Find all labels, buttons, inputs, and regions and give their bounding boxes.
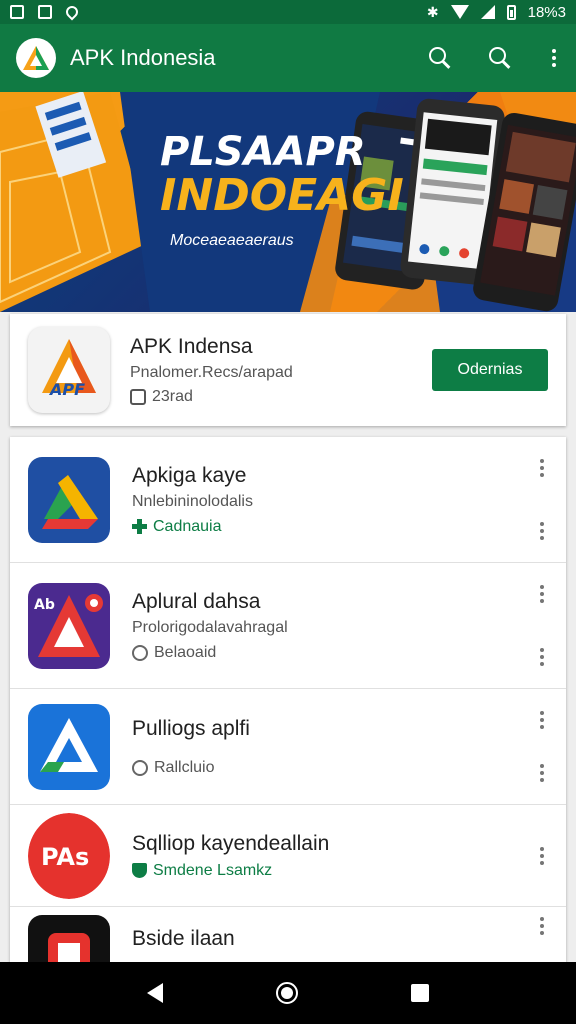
clock-icon <box>132 759 148 776</box>
app-list: Apkiga kaye Nnlebininolodalis Cadnauia A… <box>10 437 566 977</box>
downloads-icon <box>130 388 146 405</box>
app-name: Apkiga kaye <box>132 463 247 487</box>
featured-app-icon-text: APF <box>48 380 85 399</box>
featured-app-icon: APF <box>28 327 110 413</box>
item-menu-icon[interactable] <box>540 522 544 540</box>
app-icon <box>28 703 110 790</box>
app-developer: Prolorigodalavahragal <box>132 618 288 636</box>
bluetooth-icon: ✱ <box>426 3 439 20</box>
app-name: Pulliogs aplfi <box>132 716 250 740</box>
list-item[interactable]: Ab Aplural dahsa Prolorigodalavahragal B… <box>10 563 566 689</box>
app-meta: Belaoaid <box>154 643 217 661</box>
gallery-notification-icon <box>10 5 24 19</box>
app-bar: APK Indonesia <box>0 24 576 92</box>
banner-tagline: Moceaeaeaeraus <box>170 232 294 249</box>
app-name: Bside ilaan <box>132 927 235 950</box>
app-name: Sqlliop kayendeallain <box>132 831 330 855</box>
battery-icon <box>506 4 516 20</box>
banner-title-line1: PLSAAPR <box>160 129 366 175</box>
item-menu-icon[interactable] <box>540 917 544 935</box>
item-menu-icon[interactable] <box>540 459 544 477</box>
overflow-menu-icon[interactable] <box>548 49 560 67</box>
banner-title: PLSAAPR INDOEAGI <box>160 132 404 218</box>
install-button[interactable]: Odernias <box>432 349 548 391</box>
signal-icon <box>480 5 495 19</box>
featured-app-name: APK Indensa <box>130 334 253 358</box>
list-item[interactable]: Apkiga kaye Nnlebininolodalis Cadnauia <box>10 437 566 563</box>
promo-banner[interactable]: PLSAAPR INDOEAGI Moceaeaeaeraus <box>0 92 576 312</box>
app-meta: Rallcluio <box>154 758 215 776</box>
search-icon[interactable] <box>428 46 452 70</box>
clock-icon <box>132 644 148 661</box>
wifi-icon <box>450 5 469 19</box>
featured-app-card[interactable]: APF APK Indensa Pnalomer.Recs/arapad 23r… <box>10 314 566 426</box>
status-time: 18%3 <box>527 3 566 21</box>
search-icon-secondary[interactable] <box>488 46 512 70</box>
banner-title-line2: INDOEAGI <box>160 170 404 221</box>
app-logo-icon <box>16 38 56 78</box>
location-notification-icon <box>63 3 81 21</box>
list-item[interactable]: Pulliogs aplfi Rallcluio <box>10 689 566 805</box>
home-icon[interactable] <box>275 982 298 1004</box>
item-menu-icon[interactable] <box>540 585 544 603</box>
app-icon-text: Ab <box>34 597 55 613</box>
plus-icon <box>132 519 147 534</box>
app-developer: Nnlebininolodalis <box>132 492 253 510</box>
app-icon: PAs <box>28 812 110 899</box>
item-menu-icon[interactable] <box>540 711 544 729</box>
app-name: Aplural dahsa <box>132 589 261 613</box>
app-icon-text: PAs <box>41 843 89 871</box>
verified-shield-icon <box>132 863 147 878</box>
item-menu-icon[interactable] <box>540 846 544 865</box>
recents-icon[interactable] <box>411 984 430 1002</box>
app-title: APK Indonesia <box>70 45 216 70</box>
app-meta: Smdene Lsamkz <box>153 861 273 879</box>
list-item[interactable]: PAs Sqlliop kayendeallain Smdene Lsamkz <box>10 805 566 907</box>
app-icon <box>28 456 110 543</box>
item-menu-icon[interactable] <box>540 648 544 666</box>
back-icon[interactable] <box>146 983 163 1003</box>
featured-app-meta: 23rad <box>152 387 193 405</box>
status-bar: ✱ 18%3 <box>0 0 576 24</box>
image-notification-icon <box>38 5 52 19</box>
featured-app-developer: Pnalomer.Recs/arapad <box>130 363 293 381</box>
app-meta: Cadnauia <box>153 517 222 535</box>
item-menu-icon[interactable] <box>540 764 544 782</box>
system-nav-bar <box>0 962 576 1024</box>
app-icon: Ab <box>28 582 110 669</box>
